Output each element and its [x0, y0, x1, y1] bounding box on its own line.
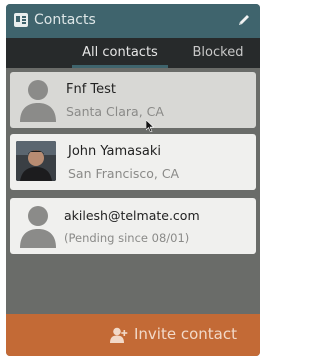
contact-row[interactable]: Fnf Test Santa Clara, CA — [10, 72, 256, 128]
contacts-app-icon — [14, 13, 28, 27]
contact-name: John Yamasaki — [68, 144, 162, 159]
contact-row[interactable]: John Yamasaki San Francisco, CA — [10, 134, 256, 190]
person-placeholder-icon — [20, 206, 56, 248]
contact-row[interactable]: akilesh@telmate.com (Pending since 08/01… — [10, 198, 256, 254]
pending-status: (Pending since 08/01) — [64, 231, 190, 245]
invite-contact-button[interactable]: Invite contact — [6, 314, 260, 356]
person-placeholder-icon — [20, 80, 56, 122]
tab-blocked[interactable]: Blocked — [186, 38, 250, 68]
page-title: Contacts — [34, 12, 96, 28]
contact-name: Fnf Test — [66, 82, 117, 97]
profile-photo — [16, 141, 56, 181]
contact-location: San Francisco, CA — [68, 166, 180, 181]
pencil-icon[interactable] — [236, 12, 252, 28]
invite-contact-label: Invite contact — [134, 325, 237, 343]
contact-email: akilesh@telmate.com — [64, 208, 200, 223]
add-person-icon — [110, 327, 128, 343]
tab-all-contacts[interactable]: All contacts — [72, 38, 168, 68]
contacts-app: Contacts All contacts Blocked Fnf Test S… — [6, 4, 260, 356]
tab-bar: All contacts Blocked — [6, 38, 260, 68]
mouse-cursor-icon — [146, 120, 154, 132]
header-bar: Contacts — [6, 4, 260, 38]
contact-location: Santa Clara, CA — [66, 104, 164, 119]
